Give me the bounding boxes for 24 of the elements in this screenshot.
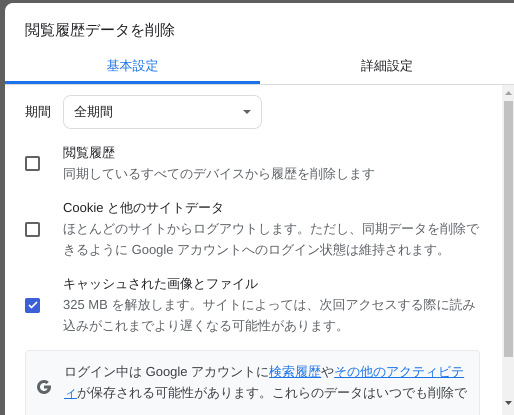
period-select[interactable]: 全期間: [63, 95, 262, 129]
scroll-down-icon[interactable]: [504, 401, 512, 405]
checkbox[interactable]: [25, 156, 40, 171]
tab[interactable]: 詳細設定: [260, 50, 514, 84]
link[interactable]: ィ: [64, 385, 77, 400]
dropdown-caret-icon: [243, 110, 251, 114]
scrollbar-thumb[interactable]: [504, 101, 512, 357]
notice-text: ログイン中は Google アカウントに検索履歴やその他のアクティビテ ィ が保存される可能性があります。これらのデータはいつでも削除で: [64, 363, 468, 402]
option-title: Cookie と他のサイトデータ: [63, 199, 224, 217]
checkbox[interactable]: [25, 298, 40, 312]
tab[interactable]: 基本設定: [5, 50, 260, 84]
option-description: ほとんどのサイトからログアウトします。ただし、同期データを削除できるように Google アカウントへのログイン状態は維持されます。: [63, 220, 479, 259]
link[interactable]: 検索履歴: [269, 364, 322, 379]
option-description: 325 MB を解放します。サイトによっては、次回アクセスする際に読み込みがこれまでより遅くなる可能性があります。: [63, 296, 476, 335]
checkbox[interactable]: [25, 222, 40, 236]
option-title: 閲覧履歴: [63, 144, 115, 162]
check-icon: [28, 301, 38, 309]
link[interactable]: その他のアクティビテ: [334, 364, 464, 379]
scrollbar[interactable]: [502, 85, 514, 415]
google-icon: [36, 379, 52, 395]
dialog-title: 閲覧履歴データを削除: [25, 21, 175, 41]
option-title: キャッシュされた画像とファイル: [63, 275, 258, 293]
period-label: 期間: [25, 103, 52, 122]
option-description: 同期しているすべてのデバイスから履歴を削除します: [63, 165, 376, 183]
